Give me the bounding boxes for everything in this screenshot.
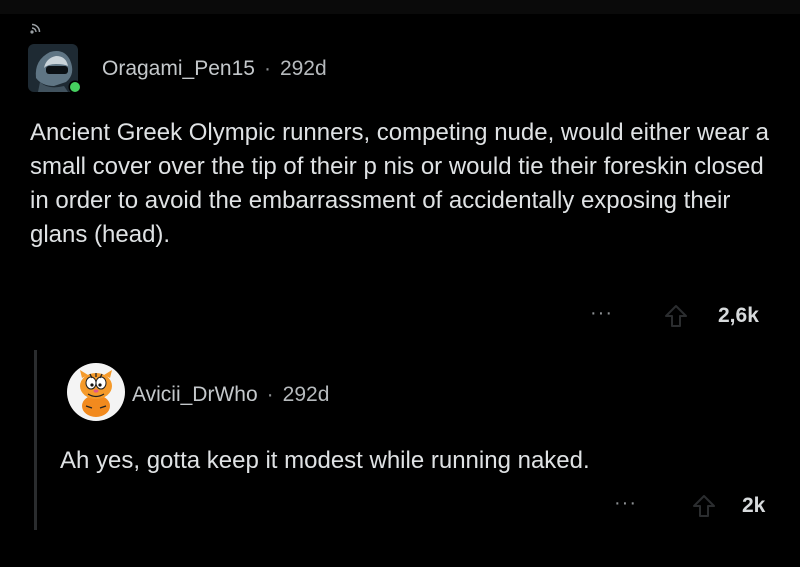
reply-avatar[interactable] — [66, 362, 126, 422]
comment-actions: ··· 2,6k — [590, 298, 780, 334]
reply-username-link[interactable]: Avicii_DrWho — [132, 383, 258, 407]
online-status-icon — [70, 82, 80, 92]
comment-age: 292d — [279, 57, 327, 80]
vote-count: 2,6k — [718, 304, 759, 327]
more-options-button[interactable]: ··· — [590, 302, 613, 325]
upvote-arrow-icon[interactable] — [662, 302, 690, 330]
username-link[interactable]: Oragami_Pen15 — [102, 57, 255, 81]
thread-line[interactable] — [34, 350, 37, 530]
reply-age: 292d — [282, 383, 330, 406]
comment: Oragami_Pen15 · 292d Ancient Greek Olymp… — [0, 0, 800, 340]
comment-header: Oragami_Pen15 · 292d — [102, 54, 327, 84]
reply-actions: ··· 2k — [614, 488, 784, 524]
comment-body: Ancient Greek Olympic runners, competing… — [30, 119, 770, 248]
reply-more-options-button[interactable]: ··· — [614, 492, 637, 515]
reply-meta-separator: · — [266, 383, 274, 406]
upvote-arrow-icon[interactable] — [690, 492, 718, 520]
reply-vote-count: 2k — [742, 494, 766, 517]
avatar[interactable] — [24, 38, 84, 98]
reply-header: Avicii_DrWho · 292d — [132, 380, 329, 410]
reply-body: Ah yes, gotta keep it modest while runni… — [60, 447, 590, 474]
meta-separator: · — [263, 57, 271, 80]
broadcast-icon — [30, 23, 41, 34]
